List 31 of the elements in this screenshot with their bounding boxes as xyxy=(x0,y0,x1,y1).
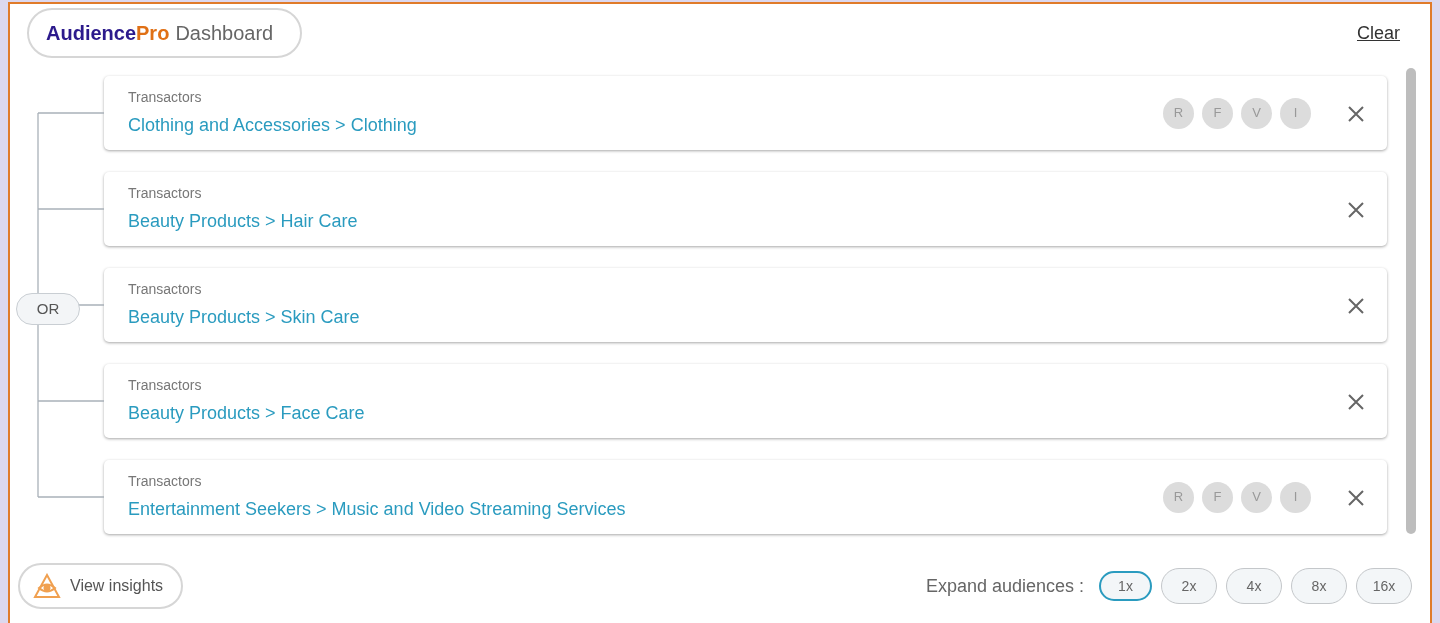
metric-badge[interactable]: I xyxy=(1280,97,1311,129)
segment-path-link[interactable]: Entertainment Seekers > Music and Video Streaming Services xyxy=(128,496,626,523)
segment-category: Transactors xyxy=(128,472,203,491)
operator-toggle[interactable]: OR xyxy=(16,293,80,325)
segment-category: Transactors xyxy=(128,280,203,299)
eye-pyramid-icon xyxy=(32,573,62,599)
metric-badge[interactable]: I xyxy=(1280,481,1311,513)
segment-category: Transactors xyxy=(128,376,203,395)
segment-path-link[interactable]: Beauty Products > Face Care xyxy=(128,400,365,427)
expand-option[interactable]: 2x xyxy=(1161,568,1217,604)
segment-category: Transactors xyxy=(128,88,203,107)
expand-option[interactable]: 8x xyxy=(1291,568,1347,604)
metric-badge[interactable]: F xyxy=(1202,481,1233,513)
scrollbar[interactable] xyxy=(1406,68,1416,534)
expand-option[interactable]: 4x xyxy=(1226,568,1282,604)
clear-link[interactable]: Clear xyxy=(1357,20,1400,47)
view-insights-button[interactable]: View insights xyxy=(18,563,184,609)
segment-category: Transactors xyxy=(128,184,203,203)
segment-path-link[interactable]: Clothing and Accessories > Clothing xyxy=(128,112,417,139)
metric-badge[interactable]: V xyxy=(1241,97,1272,129)
metric-badge[interactable]: R xyxy=(1163,481,1194,513)
expand-option[interactable]: 16x xyxy=(1356,568,1412,604)
expand-option[interactable]: 1x xyxy=(1099,571,1152,601)
expand-audiences-label: Expand audiences : xyxy=(925,574,1084,598)
dashboard-label: Dashboard xyxy=(175,21,274,46)
metric-badge[interactable]: R xyxy=(1163,97,1194,129)
metric-badge[interactable]: V xyxy=(1241,481,1272,513)
metric-badge[interactable]: F xyxy=(1202,97,1233,129)
segment-path-link[interactable]: Beauty Products > Skin Care xyxy=(128,304,360,331)
brand-name: AudiencePro xyxy=(46,21,170,46)
segment-path-link[interactable]: Beauty Products > Hair Care xyxy=(128,208,358,235)
